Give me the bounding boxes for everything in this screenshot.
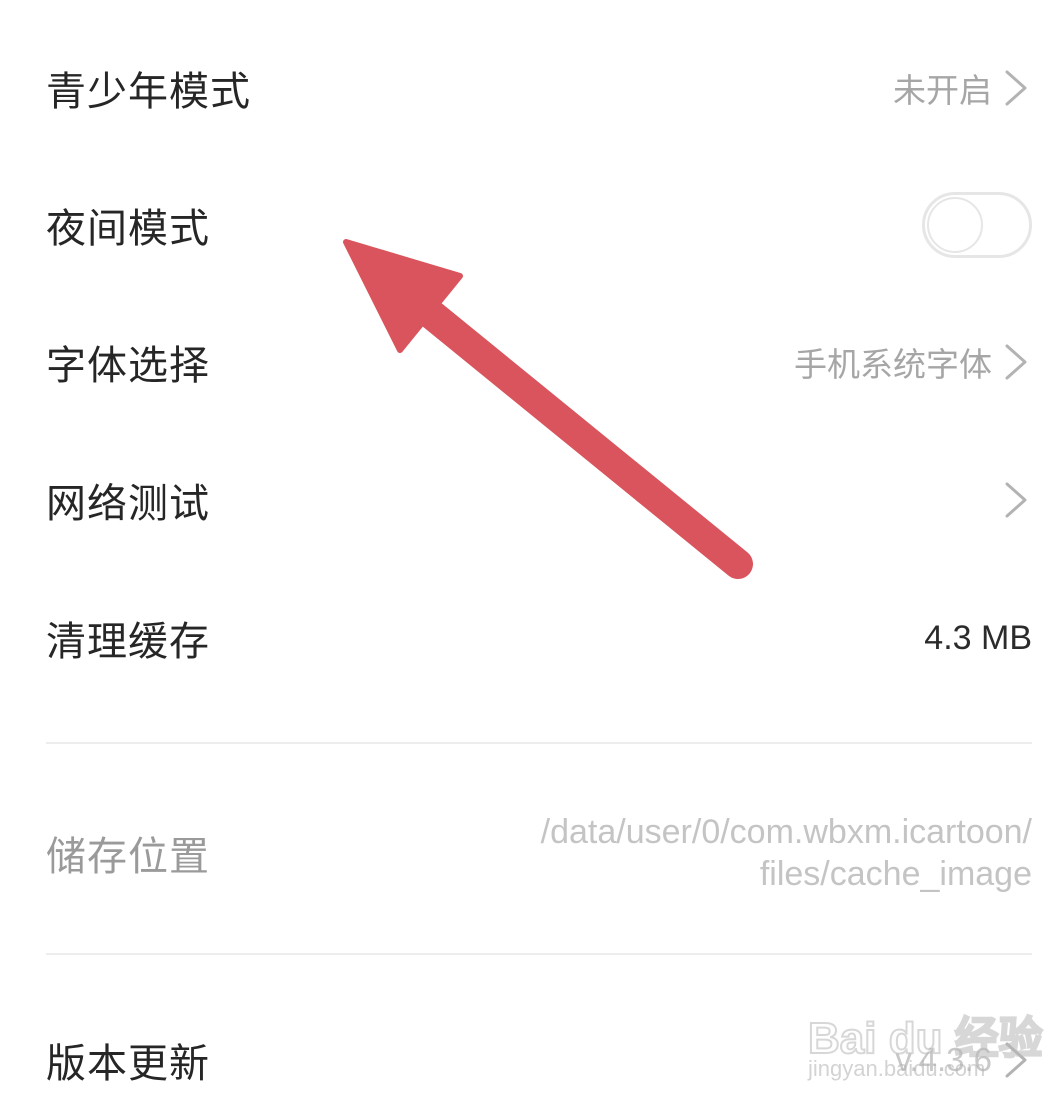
chevron-right-icon [1005, 482, 1027, 518]
night-mode-toggle[interactable] [922, 192, 1032, 258]
setting-row-night-mode: 夜间模式 [46, 190, 1032, 260]
chevron-right-icon [1005, 70, 1027, 106]
setting-row-network-test[interactable]: 网络测试 [46, 468, 1032, 532]
setting-row-teen-mode[interactable]: 青少年模式 未开启 [46, 56, 1032, 120]
storage-path-line1: /data/user/0/com.wbxm.icartoon/ [540, 813, 1032, 851]
night-mode-label: 夜间模式 [46, 206, 210, 252]
watermark-url: jingyan.baidu.com [808, 1056, 986, 1081]
chevron-right-icon [1005, 344, 1027, 380]
network-test-label: 网络测试 [46, 481, 210, 527]
setting-row-storage: 储存位置 /data/user/0/com.wbxm.icartoon/ fil… [46, 808, 1032, 898]
storage-label: 储存位置 [46, 834, 210, 880]
divider [46, 953, 1032, 955]
divider [46, 742, 1032, 744]
baidu-jingyan-watermark: Bai du 经验 jingyan.baidu.com [807, 1000, 1044, 1090]
font-value: 手机系统字体 [794, 345, 992, 384]
font-right: 手机系统字体 [794, 338, 1032, 386]
version-label: 版本更新 [46, 1041, 210, 1087]
teen-mode-value: 未开启 [893, 71, 992, 110]
annotation-arrow-icon [343, 239, 753, 579]
network-test-right [998, 480, 1032, 520]
font-label: 字体选择 [46, 343, 210, 389]
setting-row-clear-cache[interactable]: 清理缓存 4.3 MB [46, 606, 1032, 670]
cache-size-value: 4.3 MB [924, 618, 1032, 657]
storage-path-line2: files/cache_image [759, 855, 1032, 893]
teen-mode-label: 青少年模式 [46, 69, 251, 115]
teen-mode-right: 未开启 [893, 64, 1032, 112]
clear-cache-label: 清理缓存 [46, 619, 210, 665]
toggle-knob [927, 197, 983, 253]
storage-path: /data/user/0/com.wbxm.icartoon/ files/ca… [541, 811, 1032, 895]
setting-row-font[interactable]: 字体选择 手机系统字体 [46, 330, 1032, 394]
